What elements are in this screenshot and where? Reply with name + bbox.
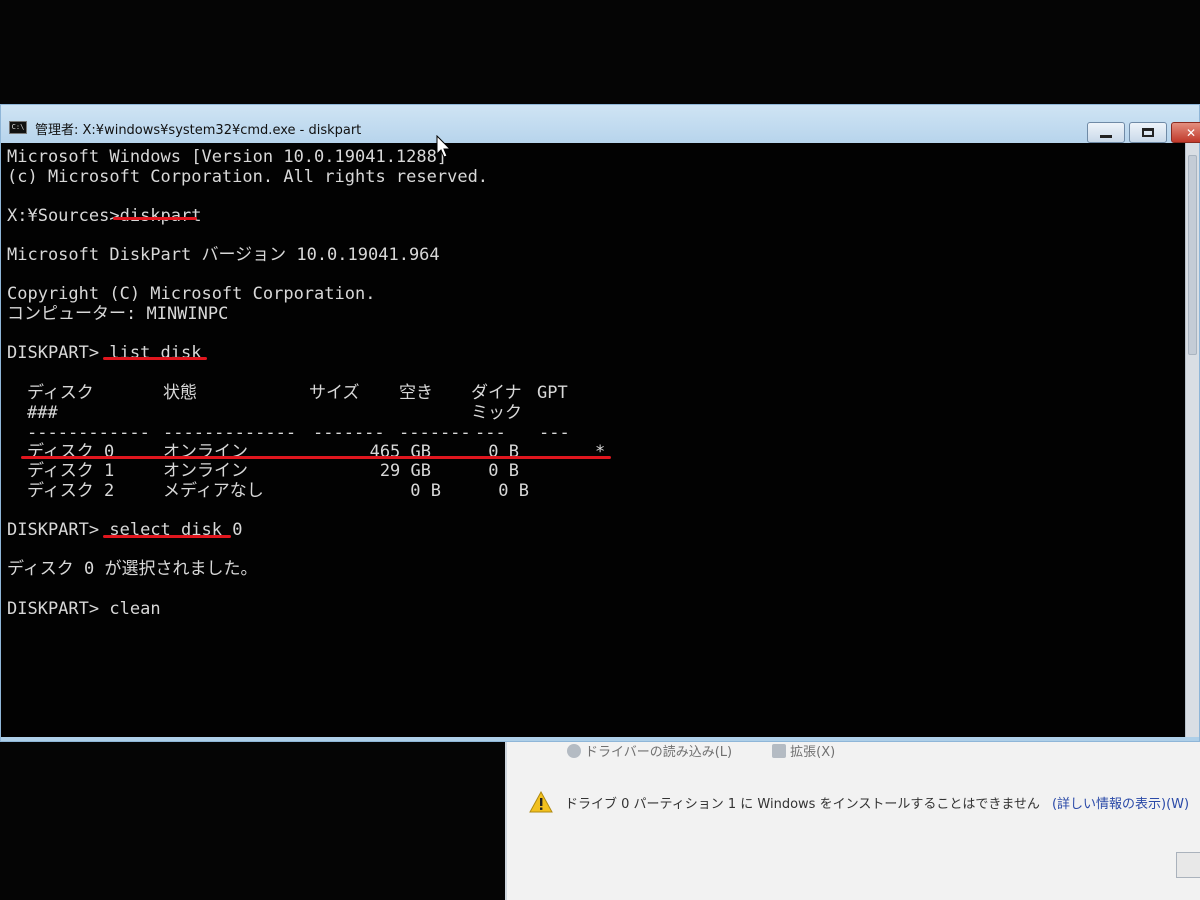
col-header-disk-number: ### [27,403,58,423]
prompt: DISKPART> [7,599,100,619]
row-status: オンライン [163,442,248,462]
col-header-free: 空き [399,383,433,403]
close-icon: ✕ [1185,125,1197,140]
separator: ------------- [163,423,297,443]
setup-links: ドライバーの読み込み(L) 拡張(X) [567,741,835,760]
command-clean: clean [109,599,161,619]
row-size: 465 GB [369,442,431,462]
scrollbar-thumb[interactable] [1188,155,1197,355]
separator: ------- [399,423,471,443]
annotation-underline [103,357,207,360]
row-free: 0 B [488,442,519,462]
mouse-cursor-icon [436,134,452,163]
selected-message: ディスク 0 が選択されました。 [7,559,258,579]
copyright-line: Copyright (C) Microsoft Corporation. [7,284,376,304]
row-free: 0 B [488,461,519,481]
row-disk: ディスク 0 [27,442,115,462]
window-title: 管理者: X:¥windows¥system32¥cmd.exe - diskp… [35,123,362,138]
separator: ------- [313,423,385,443]
computer-name-line: コンピューター: MINWINPC [7,304,229,324]
prompt: DISKPART> [7,343,100,363]
annotation-underline [21,456,611,459]
warning-text: ドライブ 0 パーティション 1 に Windows をインストールすることはで… [565,796,1040,812]
separator: --- [475,423,506,443]
driver-icon [567,743,581,758]
title-bar[interactable]: C:\ 管理者: X:¥windows¥system32¥cmd.exe - d… [1,105,1200,143]
col-header-status: 状態 [163,383,197,403]
col-header-size: サイズ [309,383,360,403]
col-header-gpt: GPT [537,383,568,403]
install-warning: ドライブ 0 パーティション 1 に Windows をインストールすることはで… [529,791,1189,813]
extend-label: 拡張(X) [790,745,836,760]
row-gpt: * [595,442,606,462]
prompt: DISKPART> [7,520,100,540]
warning-icon [529,791,553,813]
annotation-underline [103,535,231,538]
maximize-button[interactable] [1129,122,1167,143]
cmd-icon: C:\ [9,121,27,134]
extend-link[interactable]: 拡張(X) [772,741,835,760]
header-line-1: Microsoft Windows [Version 10.0.19041.12… [7,147,448,167]
row-disk: ディスク 2 [27,481,115,501]
separator: --- [539,423,570,443]
row-status: メディアなし [163,481,264,501]
prompt-line-2: DISKPART> list disk [7,343,202,363]
separator: ------------ [27,423,150,443]
annotation-underline [113,217,197,220]
load-driver-label: ドライバーの読み込み(L) [585,745,733,760]
command-list-disk: list disk [109,343,202,363]
col-header-disk: ディスク [27,383,94,403]
row-free: 0 B [498,481,529,501]
prompt-line-1: X:¥Sources>diskpart [7,206,201,226]
header-line-2: (c) Microsoft Corporation. All rights re… [7,167,489,187]
prompt-line-4: DISKPART> clean [7,599,161,619]
vertical-scrollbar[interactable] [1185,143,1199,737]
minimize-button[interactable] [1087,122,1125,143]
prompt: X:¥Sources> [7,206,120,226]
command-diskpart: diskpart [119,206,202,226]
col-header-dynamic: ダイナ [471,383,522,403]
cmd-window: C:\ 管理者: X:¥windows¥system32¥cmd.exe - d… [0,104,1200,742]
setup-window: ドライバーの読み込み(L) 拡張(X) ドライブ 0 パーティション 1 に W… [505,738,1200,900]
col-header-dynamic-2: ミック [471,403,522,423]
console-output[interactable]: Microsoft Windows [Version 10.0.19041.12… [1,143,1187,737]
warning-details-link[interactable]: (詳しい情報の表示)(W) [1052,793,1189,812]
extend-icon [772,743,787,758]
row-disk: ディスク 1 [27,461,115,481]
minimize-icon [1100,135,1112,138]
close-button[interactable]: ✕ [1171,122,1200,143]
row-size: 29 GB [379,461,431,481]
row-size: 0 B [410,481,441,501]
diskpart-version: Microsoft DiskPart バージョン 10.0.19041.964 [7,245,440,265]
setup-next-button[interactable] [1176,852,1200,878]
maximize-icon [1142,128,1154,137]
row-status: オンライン [163,461,248,481]
load-driver-link[interactable]: ドライバーの読み込み(L) [567,741,732,760]
